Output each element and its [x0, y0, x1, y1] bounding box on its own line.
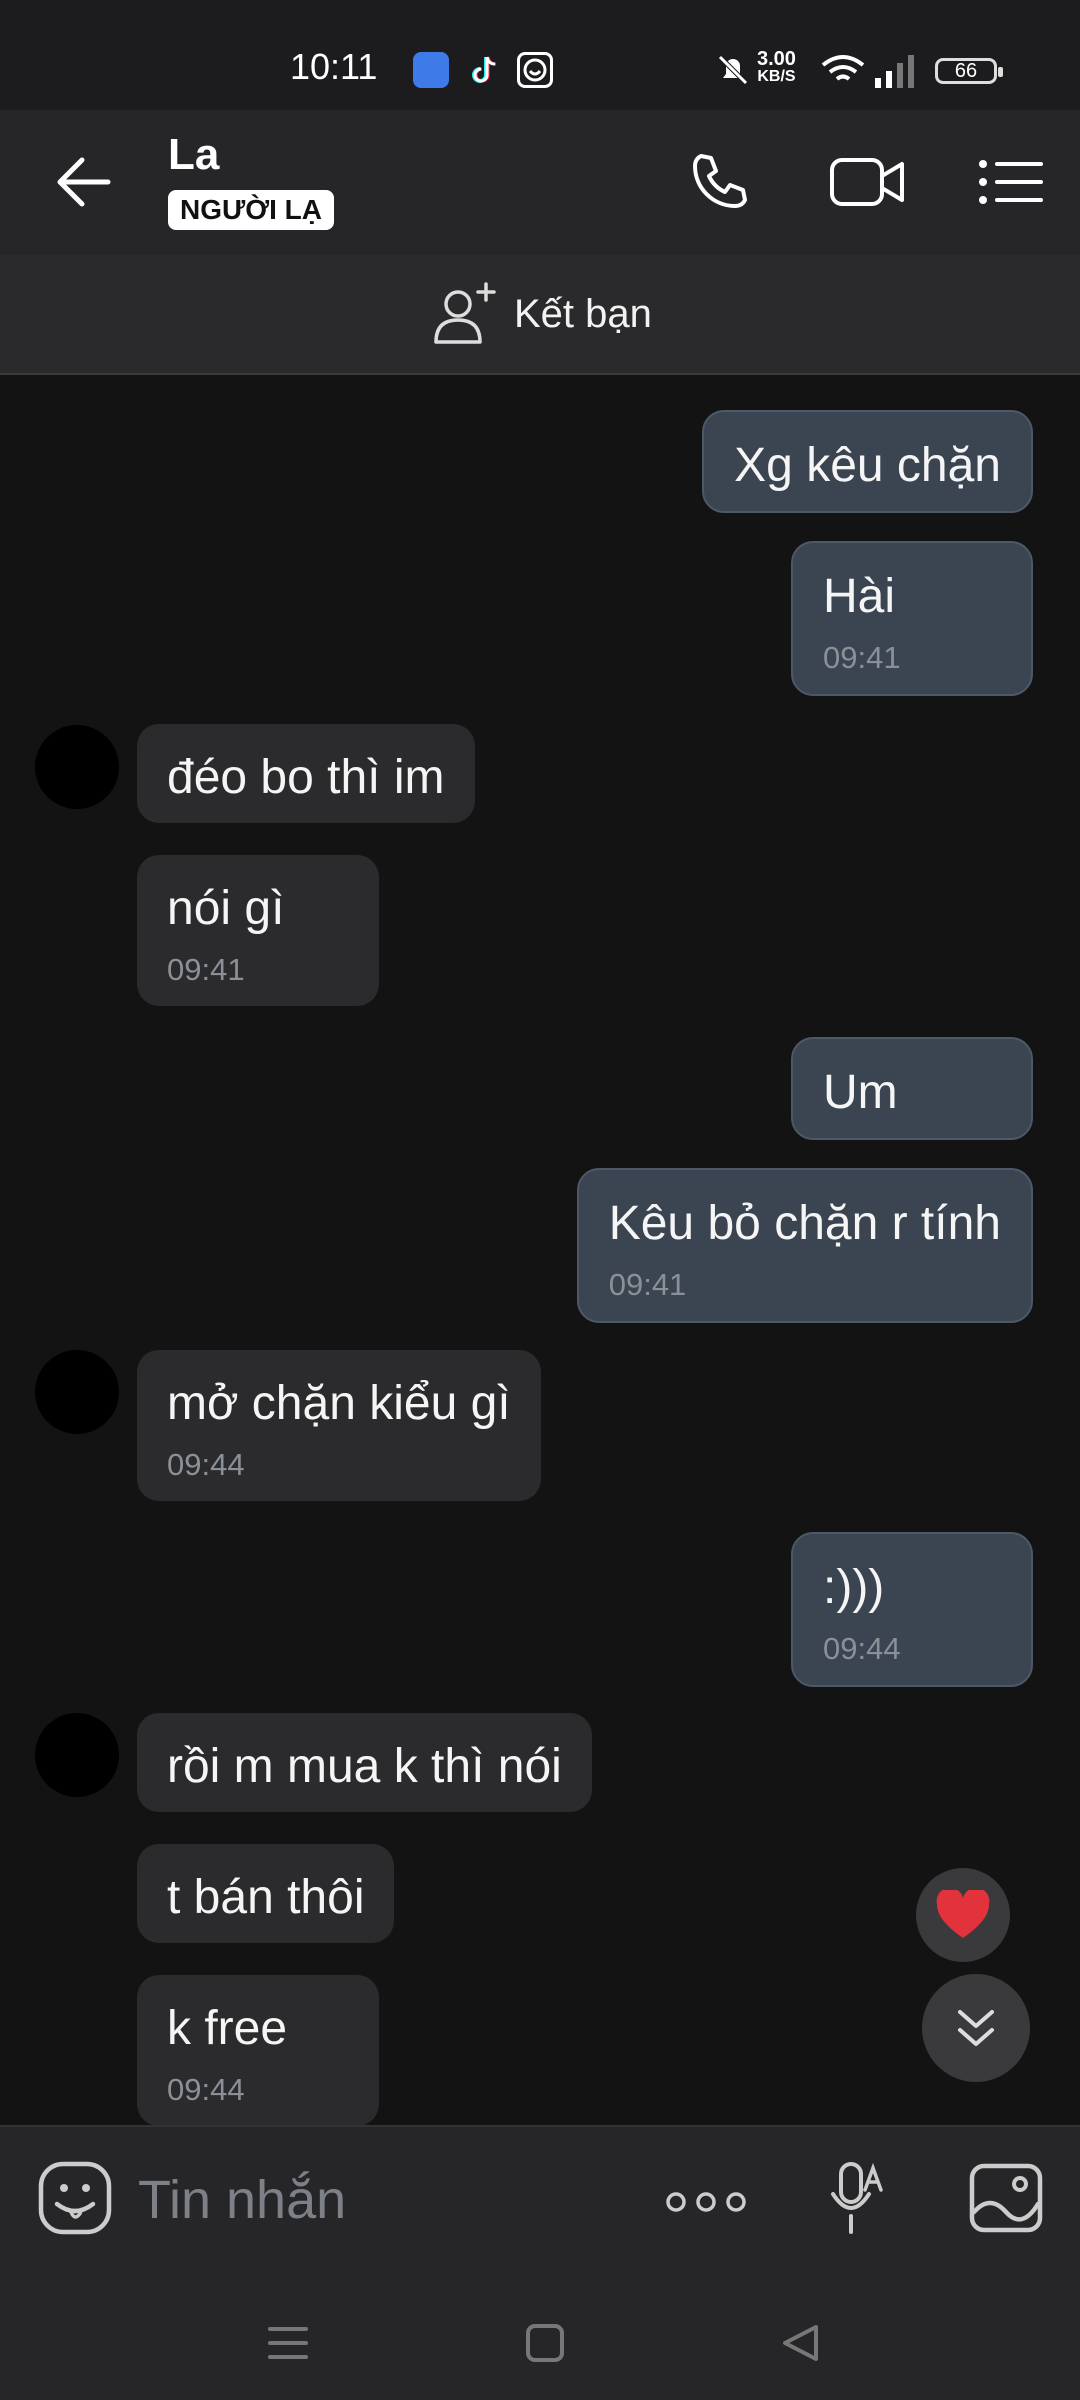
add-friend-bar: Kết bạn	[0, 255, 1080, 375]
stranger-badge: NGƯỜI LẠ	[168, 190, 334, 230]
message-text: Kêu bỏ chặn r tính	[608, 1197, 1001, 1250]
message-text: k free	[167, 2002, 288, 2055]
image-icon	[969, 2163, 1043, 2233]
message-time: 09:44	[167, 1447, 245, 1482]
message-time: 09:41	[608, 1267, 687, 1302]
menu-button[interactable]	[975, 150, 1045, 214]
heart-reaction-button[interactable]	[916, 1868, 1010, 1962]
double-chevron-down-icon	[958, 2010, 994, 2046]
recent-apps-icon[interactable]	[268, 2323, 308, 2363]
message-text: đéo bo thì im	[167, 751, 445, 804]
battery-indicator: 66	[935, 58, 1003, 84]
message-bubble[interactable]: mở chặn kiểu gì 09:44	[137, 1350, 541, 1501]
message-bubble[interactable]: đéo bo thì im	[137, 724, 475, 823]
message-text: nói gì	[167, 882, 285, 935]
more-dots-icon	[666, 2192, 746, 2212]
call-button[interactable]	[685, 150, 755, 214]
list-menu-icon	[979, 160, 1043, 204]
message-text: :)))	[823, 1561, 885, 1614]
smiley-app-icon	[517, 52, 553, 88]
message-text: Hài	[823, 570, 896, 623]
message-bubble[interactable]: :))) 09:44	[791, 1532, 1033, 1687]
back-arrow-icon	[57, 157, 111, 207]
scroll-to-bottom-button[interactable]	[922, 1974, 1030, 2082]
message-time: 09:44	[823, 1631, 901, 1666]
add-friend-label: Kết bạn	[514, 291, 652, 336]
add-user-icon	[434, 282, 496, 344]
contact-name[interactable]: La	[168, 130, 219, 180]
back-nav-icon[interactable]	[780, 2323, 820, 2363]
add-friend-button[interactable]: Kết bạn	[430, 277, 652, 351]
voice-to-text-icon	[831, 2162, 883, 2234]
message-composer: Tin nhắn	[0, 2125, 1080, 2277]
voice-to-text-button[interactable]	[827, 2160, 887, 2240]
message-text: rồi m mua k thì nói	[167, 1740, 562, 1793]
message-bubble[interactable]: Um	[791, 1037, 1033, 1140]
message-time: 09:44	[167, 2072, 245, 2107]
message-bubble[interactable]: Kêu bỏ chặn r tính 09:41	[576, 1168, 1033, 1323]
phone-icon	[693, 154, 747, 208]
mute-icon	[718, 55, 748, 85]
status-bar: 10:11 3.00 KB/S 66	[0, 0, 1080, 110]
sticker-icon	[38, 2161, 112, 2235]
back-button[interactable]	[50, 150, 120, 214]
wifi-icon	[821, 55, 865, 81]
video-call-button[interactable]	[828, 150, 908, 214]
message-text: Um	[823, 1066, 898, 1119]
chat-header: La NGƯỜI LẠ	[0, 110, 1080, 255]
network-speed: 3.00 KB/S	[757, 48, 796, 86]
video-camera-icon	[830, 158, 904, 206]
message-input[interactable]: Tin nhắn	[138, 2169, 638, 2239]
gallery-button[interactable]	[968, 2160, 1044, 2236]
message-bubble[interactable]: nói gì 09:41	[137, 855, 379, 1006]
avatar[interactable]	[35, 1713, 119, 1797]
net-speed-value: 3.00	[757, 48, 796, 70]
sticker-button[interactable]	[37, 2160, 113, 2236]
signal-icon	[875, 55, 914, 88]
message-bubble[interactable]: Hài 09:41	[791, 541, 1033, 696]
message-time: 09:41	[167, 952, 245, 987]
avatar[interactable]	[35, 1350, 119, 1434]
more-options-button[interactable]	[665, 2187, 747, 2217]
message-bubble[interactable]: rồi m mua k thì nói	[137, 1713, 592, 1812]
message-text: mở chặn kiểu gì	[167, 1377, 511, 1430]
message-bubble[interactable]: Xg kêu chặn	[702, 410, 1033, 513]
system-navigation-bar	[0, 2275, 1080, 2400]
net-speed-unit: KB/S	[757, 68, 796, 85]
tiktok-icon	[466, 52, 502, 88]
message-list[interactable]: Xg kêu chặn Hài 09:41 đéo bo thì im nói …	[0, 375, 1080, 2125]
message-bubble[interactable]: t bán thôi	[137, 1844, 395, 1943]
message-text: t bán thôi	[167, 1871, 365, 1924]
avatar[interactable]	[35, 725, 119, 809]
message-time: 09:41	[823, 640, 901, 675]
home-icon[interactable]	[525, 2323, 565, 2363]
app-notification-icon	[413, 52, 449, 88]
message-bubble[interactable]: k free 09:44	[137, 1975, 379, 2125]
message-text: Xg kêu chặn	[734, 439, 1001, 492]
status-time: 10:11	[290, 46, 378, 87]
heart-icon	[936, 1890, 990, 1938]
